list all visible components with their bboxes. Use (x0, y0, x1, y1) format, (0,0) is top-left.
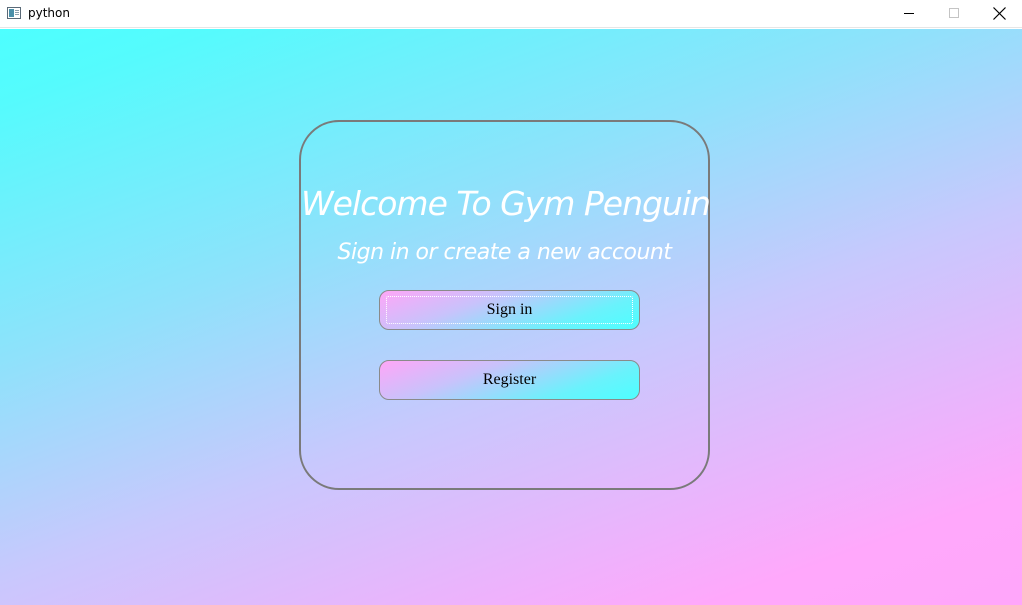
welcome-subtitle: Sign in or create a new account (337, 240, 672, 265)
minimize-button[interactable] (886, 0, 932, 28)
welcome-card: Welcome To Gym Penguin Sign in or create… (299, 120, 711, 490)
app-window: python Welcome To Gym Penguin Sign in or… (0, 0, 1022, 605)
register-button[interactable]: Register (379, 360, 640, 400)
welcome-title: Welcome To Gym Penguin (301, 184, 711, 223)
sign-in-label: Sign in (486, 301, 533, 318)
maximize-icon (949, 8, 959, 18)
minimize-icon (904, 13, 914, 14)
title-bar[interactable]: python (0, 0, 1022, 28)
register-label: Register (482, 371, 537, 388)
maximize-button[interactable] (931, 0, 977, 28)
window-title: python (28, 6, 70, 20)
main-content: Welcome To Gym Penguin Sign in or create… (0, 29, 1022, 605)
close-button[interactable] (976, 0, 1022, 28)
sign-in-button[interactable]: Sign in (379, 290, 640, 330)
close-icon (993, 7, 1006, 20)
app-window-icon (7, 7, 21, 19)
